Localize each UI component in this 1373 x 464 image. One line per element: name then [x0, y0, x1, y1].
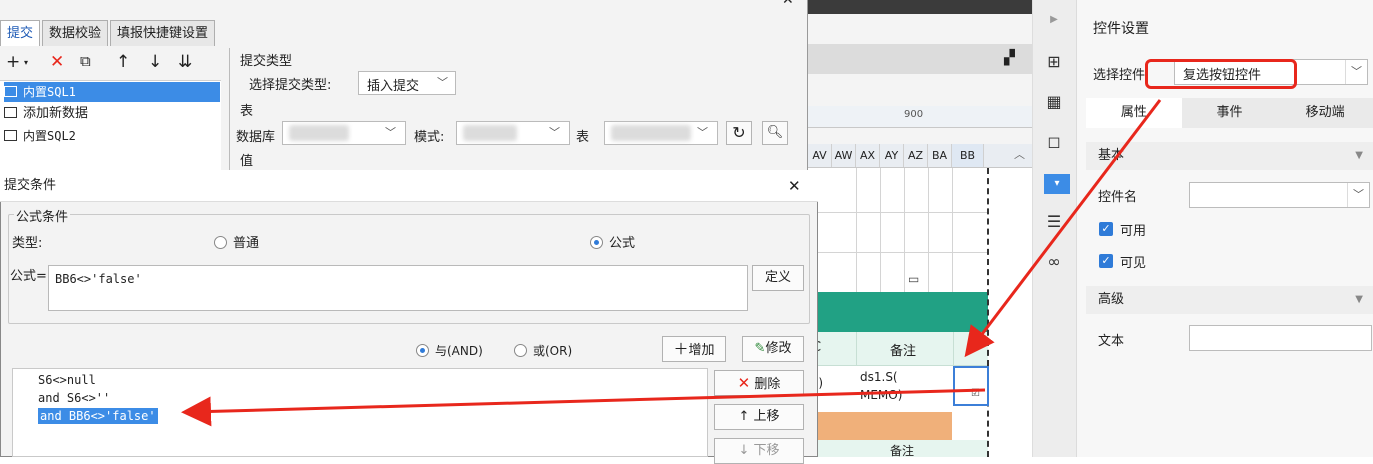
arrow-to-condition: [181, 388, 986, 427]
annotation-arrows: [181, 99, 1162, 427]
arrow-to-cell: [964, 99, 1162, 358]
